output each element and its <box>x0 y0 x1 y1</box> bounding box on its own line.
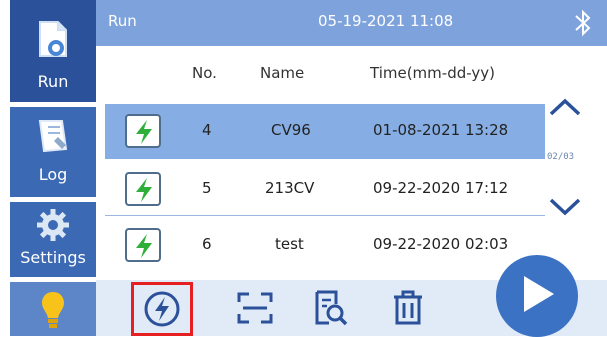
col-time: Time(mm-dd-yy) <box>370 64 495 82</box>
bluetooth-icon[interactable] <box>573 8 593 38</box>
document-icon <box>39 21 67 57</box>
cell-name: CV96 <box>271 121 311 139</box>
cell-no: 4 <box>202 121 212 139</box>
cell-name: 213CV <box>265 179 315 197</box>
cell-time: 09-22-2020 02:03 <box>373 235 509 253</box>
nav-run-label: Run <box>37 72 69 91</box>
cell-time: 09-22-2020 17:12 <box>373 179 509 197</box>
charge-icon <box>144 291 180 327</box>
nav-settings-label: Settings <box>20 248 86 267</box>
nav-lightbulb[interactable] <box>10 282 96 336</box>
delete-button[interactable] <box>378 280 438 336</box>
charge-icon <box>125 114 161 148</box>
trash-icon <box>394 290 422 325</box>
play-icon <box>524 276 554 312</box>
nav-log-label: Log <box>38 165 68 184</box>
page-indicator: 02/03 <box>547 152 575 162</box>
row-divider <box>105 215 545 216</box>
cell-name: test <box>275 235 304 253</box>
page-title: Run <box>108 12 137 30</box>
table-row[interactable]: 4 CV96 01-08-2021 13:28 <box>105 104 545 159</box>
sidebar: Run Log Settings <box>0 0 96 336</box>
table-header: No. Name Time(mm-dd-yy) <box>96 64 536 100</box>
charge-icon <box>125 172 161 206</box>
cell-time: 01-08-2021 13:28 <box>373 121 509 139</box>
col-no: No. <box>192 64 217 82</box>
nav-run[interactable]: Run <box>10 0 96 102</box>
charge-mode-button[interactable] <box>131 282 193 336</box>
search-document-icon <box>315 290 348 326</box>
gear-icon <box>37 209 69 241</box>
charge-icon <box>125 228 161 262</box>
col-name: Name <box>260 64 305 82</box>
chevron-up-icon[interactable] <box>548 96 582 118</box>
start-run-button[interactable] <box>496 255 578 337</box>
scan-icon <box>237 292 273 324</box>
table-row[interactable]: 6 test 09-22-2020 02:03 <box>105 218 545 273</box>
cell-no: 6 <box>202 235 212 253</box>
search-log-button[interactable] <box>301 280 361 336</box>
header-bar: Run 05-19-2021 11:08 <box>96 0 607 46</box>
nav-settings[interactable]: Settings <box>10 202 96 277</box>
header-datetime: 05-19-2021 11:08 <box>318 12 454 30</box>
scan-button[interactable] <box>225 280 285 336</box>
table-row[interactable]: 5 213CV 09-22-2020 17:12 <box>105 162 545 217</box>
cell-no: 5 <box>202 179 212 197</box>
lightbulb-icon <box>42 292 64 328</box>
notebook-icon <box>38 120 68 153</box>
chevron-down-icon[interactable] <box>548 196 582 218</box>
nav-log[interactable]: Log <box>10 107 96 197</box>
